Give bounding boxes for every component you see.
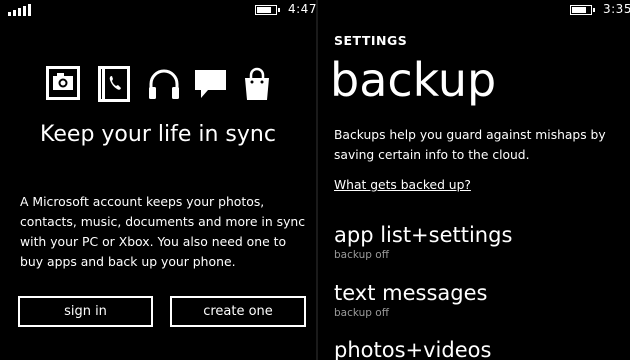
battery-level [572, 7, 586, 13]
account-description: A Microsoft account keeps your photos, c… [20, 194, 306, 269]
setting-item-text-messages[interactable]: text messages backup off [334, 280, 624, 320]
message-icon [193, 66, 229, 106]
section-header: SETTINGS [334, 33, 408, 48]
clock: 4:47 [288, 2, 316, 16]
battery-level [257, 7, 271, 13]
camera-icon [46, 66, 80, 104]
headphones-icon [146, 66, 182, 106]
battery-icon [570, 5, 595, 15]
setting-item-status: backup off [334, 249, 389, 261]
signal-strength-icon [8, 4, 31, 16]
service-icons [46, 66, 276, 106]
status-bar: 4:47 [0, 0, 316, 20]
setting-item-status: backup off [334, 307, 389, 319]
page-title: backup [330, 53, 497, 107]
clock: 3:35 [603, 2, 630, 16]
backup-settings-screen: 3:35 SETTINGS backup Backups help you gu… [318, 0, 630, 360]
setting-item-label: photos+videos [334, 338, 492, 360]
create-account-button[interactable]: create one [170, 296, 306, 327]
shopping-bag-icon [242, 66, 272, 106]
phone-book-icon [98, 66, 130, 106]
sign-in-button[interactable]: sign in [18, 296, 153, 327]
what-gets-backed-up-link[interactable]: What gets backed up? [334, 178, 471, 192]
page-title: Keep your life in sync [40, 122, 276, 147]
setting-item-app-list[interactable]: app list+settings backup off [334, 222, 624, 262]
backup-description: Backups help you guard against mishaps b… [334, 128, 606, 162]
setting-item-label: app list+settings [334, 223, 513, 247]
setting-item-label: text messages [334, 281, 488, 305]
battery-icon [255, 5, 280, 15]
status-bar: 3:35 [318, 0, 630, 20]
sync-screen: 4:47 Keep your life in sync A Microsoft … [0, 0, 316, 360]
setting-item-photos-videos[interactable]: photos+videos [334, 337, 624, 360]
